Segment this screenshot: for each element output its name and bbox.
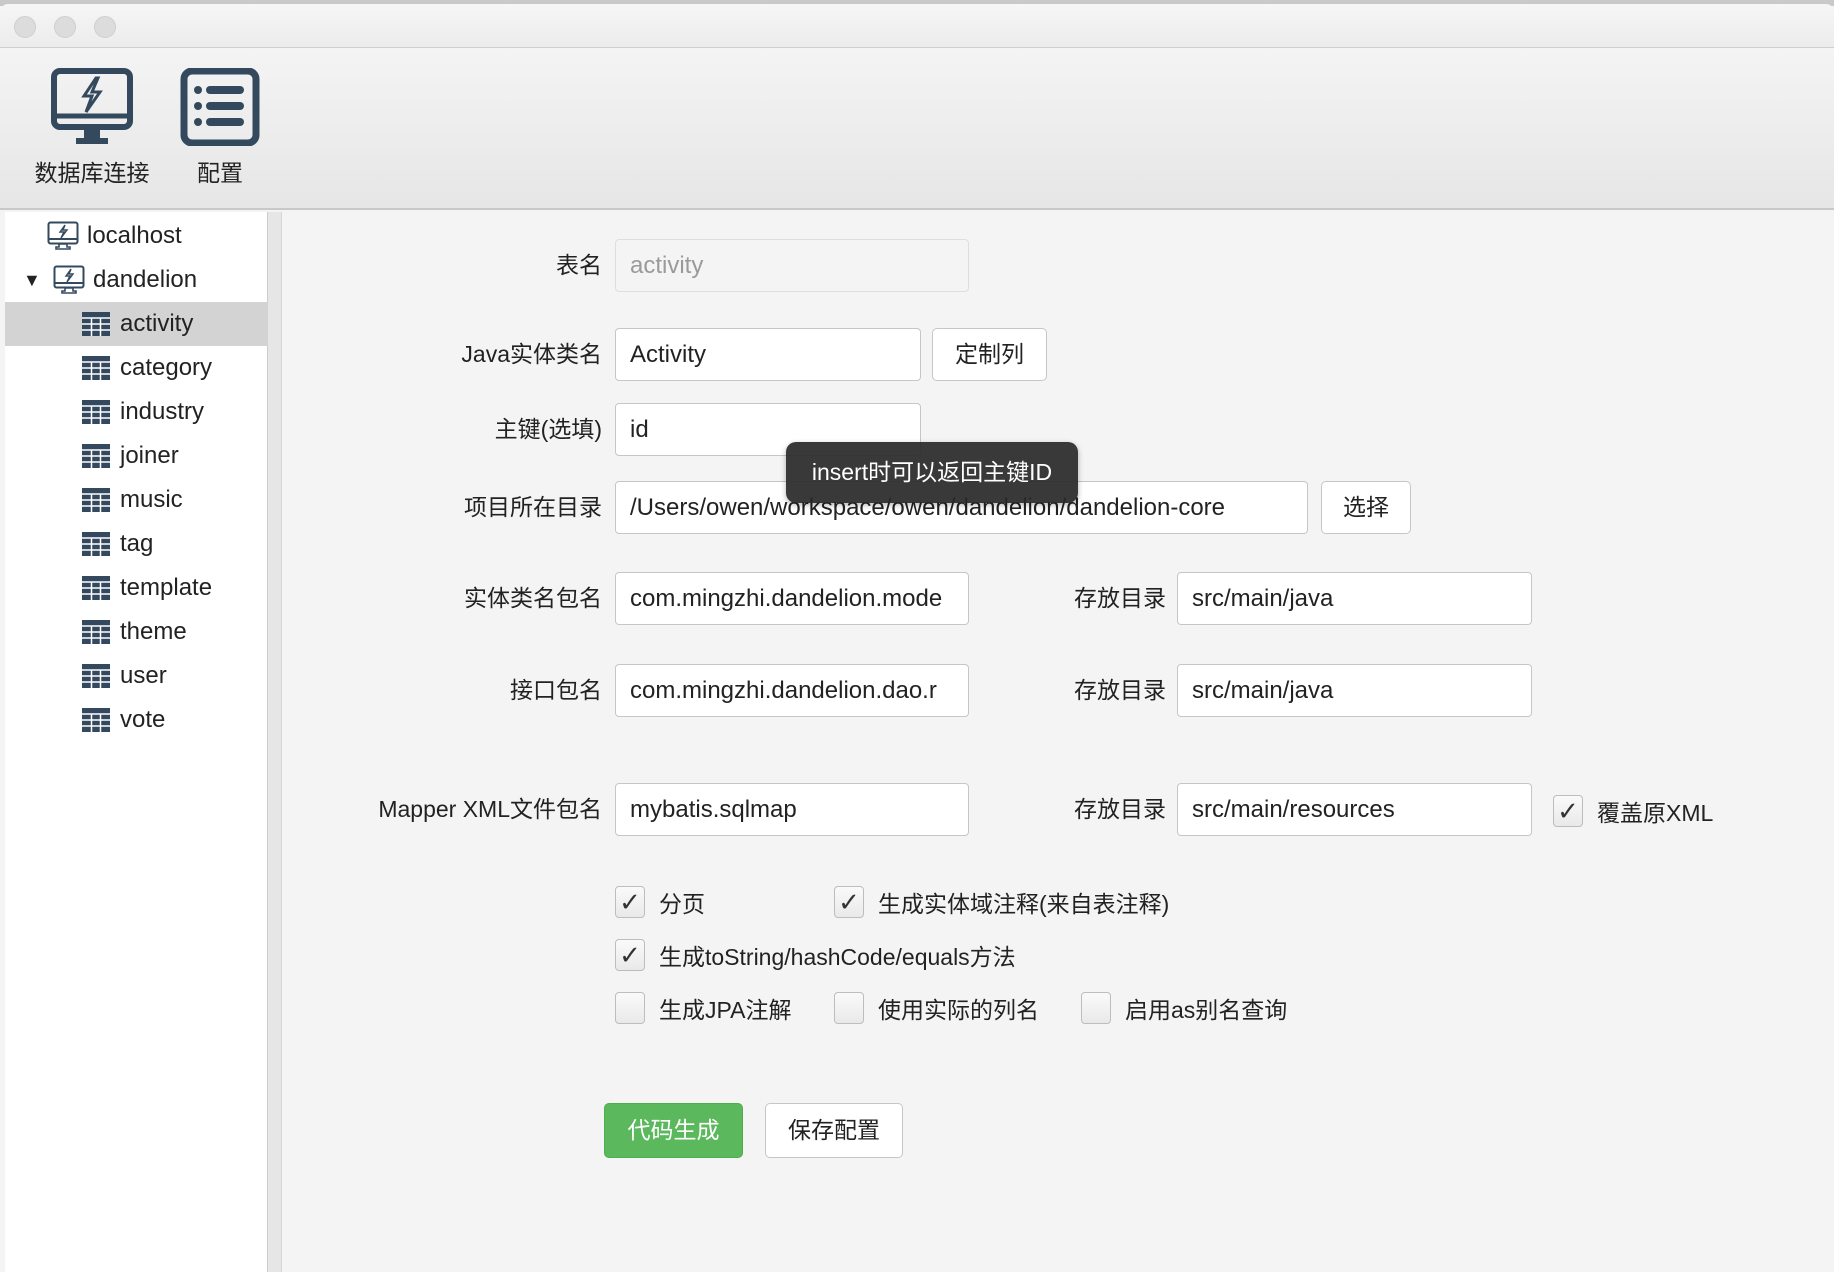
expand-triangle-icon[interactable]: ▼ bbox=[23, 270, 53, 291]
table-icon bbox=[82, 444, 110, 468]
close-window-button[interactable] bbox=[14, 16, 36, 38]
checkmark-icon: ✓ bbox=[615, 886, 645, 918]
tree-label: category bbox=[120, 354, 213, 381]
option-label: 生成JPA注解 bbox=[659, 997, 792, 1023]
tree-label: joiner bbox=[120, 442, 179, 469]
checkmark-icon: ✓ bbox=[615, 939, 645, 971]
tree-table-industry[interactable]: industry bbox=[5, 390, 268, 434]
table-icon bbox=[82, 620, 110, 644]
custom-columns-button[interactable]: 定制列 bbox=[932, 328, 1047, 381]
config-button[interactable]: 配置 bbox=[170, 68, 270, 188]
tree-label: tag bbox=[120, 530, 154, 557]
table-icon bbox=[82, 400, 110, 424]
table-icon bbox=[82, 488, 110, 512]
maximize-window-button[interactable] bbox=[94, 16, 116, 38]
save-config-button[interactable]: 保存配置 bbox=[765, 1103, 903, 1158]
table-name-label: 表名 bbox=[556, 252, 602, 278]
db-connect-label: 数据库连接 bbox=[34, 160, 150, 186]
option-label: 使用实际的列名 bbox=[878, 997, 1039, 1023]
table-icon bbox=[82, 356, 110, 380]
tree-label: music bbox=[120, 486, 183, 513]
mapper-dir-label: 存放目录 bbox=[1074, 796, 1166, 822]
tree-label: industry bbox=[120, 398, 205, 425]
tree-label: template bbox=[120, 574, 213, 601]
tree-label: activity bbox=[120, 310, 194, 337]
project-dir-label: 项目所在目录 bbox=[464, 494, 602, 520]
toolbar: 数据库连接 配置 bbox=[0, 48, 1834, 210]
monitor-lightning-icon bbox=[51, 68, 133, 144]
tree-table-joiner[interactable]: joiner bbox=[5, 434, 268, 478]
entity-package-label: 实体类名包名 bbox=[464, 585, 602, 611]
db-connect-button[interactable]: 数据库连接 bbox=[30, 68, 154, 188]
option-actual-column-checkbox[interactable]: 使用实际的列名 bbox=[834, 991, 1039, 1025]
overwrite-xml-checkbox[interactable]: ✓ 覆盖原XML bbox=[1553, 794, 1713, 828]
entity-dir-label: 存放目录 bbox=[1074, 585, 1166, 611]
table-icon bbox=[82, 664, 110, 688]
tooltip: insert时可以返回主键ID bbox=[786, 442, 1078, 503]
tree-connection-localhost[interactable]: localhost bbox=[5, 214, 268, 258]
table-icon bbox=[82, 576, 110, 600]
minimize-window-button[interactable] bbox=[54, 16, 76, 38]
option-tostring-checkbox[interactable]: ✓ 生成toString/hashCode/equals方法 bbox=[615, 938, 1016, 972]
checkmark-icon: ✓ bbox=[1553, 795, 1583, 827]
entity-dir-input[interactable]: src/main/java bbox=[1177, 572, 1532, 625]
mapper-package-label: Mapper XML文件包名 bbox=[378, 796, 602, 822]
option-jpa-checkbox[interactable]: 生成JPA注解 bbox=[615, 991, 791, 1025]
option-label: 生成toString/hashCode/equals方法 bbox=[659, 944, 1016, 970]
title-bar bbox=[0, 4, 1834, 48]
database-connection-icon bbox=[53, 265, 85, 295]
option-pagination-checkbox[interactable]: ✓ 分页 bbox=[615, 885, 705, 919]
dao-package-label: 接口包名 bbox=[510, 677, 602, 703]
tree-table-theme[interactable]: theme bbox=[5, 610, 268, 654]
config-label: 配置 bbox=[197, 160, 243, 186]
dao-dir-label: 存放目录 bbox=[1074, 677, 1166, 703]
tree-label: dandelion bbox=[93, 266, 198, 293]
entity-name-input[interactable]: Activity bbox=[615, 328, 921, 381]
dao-dir-input[interactable]: src/main/java bbox=[1177, 664, 1532, 717]
database-tree[interactable]: localhost ▼ dandelion activity category indus… bbox=[5, 212, 268, 1272]
mapper-dir-input[interactable]: src/main/resources bbox=[1177, 783, 1532, 836]
tree-label: user bbox=[120, 662, 167, 689]
checkbox-box bbox=[615, 992, 645, 1024]
option-label: 生成实体域注释(来自表注释) bbox=[878, 891, 1170, 917]
tree-table-music[interactable]: music bbox=[5, 478, 268, 522]
checkbox-box bbox=[1081, 992, 1111, 1024]
tree-table-tag[interactable]: tag bbox=[5, 522, 268, 566]
option-entity-comment-checkbox[interactable]: ✓ 生成实体域注释(来自表注释) bbox=[834, 885, 1169, 919]
table-name-input[interactable]: activity bbox=[615, 239, 969, 292]
checkmark-icon: ✓ bbox=[834, 886, 864, 918]
option-label: 分页 bbox=[659, 891, 705, 917]
overwrite-xml-label: 覆盖原XML bbox=[1597, 800, 1714, 826]
split-pane-divider[interactable] bbox=[268, 212, 282, 1272]
table-icon bbox=[82, 312, 110, 336]
tree-label: localhost bbox=[87, 222, 182, 249]
table-icon bbox=[82, 708, 110, 732]
entity-name-label: Java实体类名 bbox=[461, 341, 602, 367]
list-icon bbox=[180, 68, 260, 146]
database-connection-icon bbox=[47, 221, 79, 251]
generate-code-button[interactable]: 代码生成 bbox=[604, 1103, 743, 1158]
tree-label: vote bbox=[120, 706, 166, 733]
table-icon bbox=[82, 532, 110, 556]
tree-label: theme bbox=[120, 618, 187, 645]
tree-table-category[interactable]: category bbox=[5, 346, 268, 390]
tree-table-vote[interactable]: vote bbox=[5, 698, 268, 742]
tree-table-activity[interactable]: activity bbox=[5, 302, 268, 346]
checkbox-box bbox=[834, 992, 864, 1024]
primary-key-label: 主键(选填) bbox=[494, 416, 602, 442]
tree-table-template[interactable]: template bbox=[5, 566, 268, 610]
tree-table-user[interactable]: user bbox=[5, 654, 268, 698]
option-as-alias-checkbox[interactable]: 启用as别名查询 bbox=[1081, 991, 1287, 1025]
tree-connection-dandelion[interactable]: ▼ dandelion bbox=[5, 258, 268, 302]
option-label: 启用as别名查询 bbox=[1125, 997, 1288, 1023]
choose-dir-button[interactable]: 选择 bbox=[1321, 481, 1411, 534]
